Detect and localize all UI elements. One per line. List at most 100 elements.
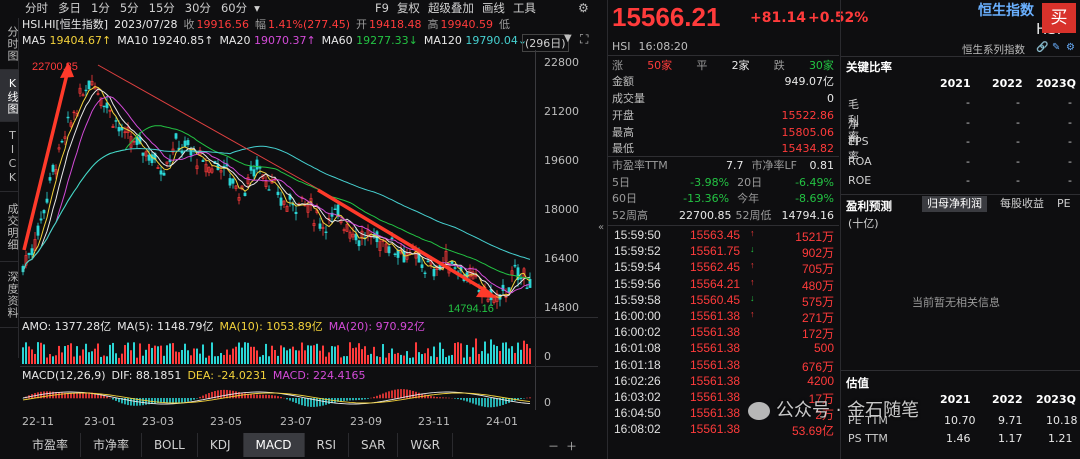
watermark-text: 公众号 · 金石随笔 [776, 400, 920, 421]
macd-bar [175, 398, 177, 403]
tab-eps[interactable]: 每股收益 [995, 196, 1049, 212]
volume-bar [184, 343, 186, 364]
high-label: 高 [427, 18, 439, 31]
volume-bar [181, 349, 183, 364]
period-intraday[interactable]: 分时 [20, 0, 53, 16]
macd-title[interactable]: MACD(12,26,9) [22, 369, 106, 382]
tab-rsi[interactable]: RSI [305, 433, 350, 457]
volume-bar [319, 350, 321, 364]
macd-section-divider [20, 366, 598, 367]
edit-icon[interactable]: ✎ [1052, 42, 1060, 53]
macd-bar [526, 397, 528, 399]
chevron-down-icon[interactable]: ▼ [564, 33, 572, 44]
volume-bar [373, 346, 375, 364]
macd-bar [367, 398, 369, 399]
volume-bar [511, 346, 513, 364]
wechat-icon [748, 402, 770, 420]
volume-bar [391, 348, 393, 364]
tick-time: 15:59:52 [614, 244, 661, 259]
settings-gear-icon[interactable]: ⚙ [578, 1, 589, 15]
tab-pe-forecast[interactable]: PE [1052, 196, 1076, 212]
tab-kline[interactable]: K线图 [0, 70, 19, 122]
val-year-header: 2022 [992, 393, 1023, 406]
tab-boll[interactable]: BOLL [142, 433, 198, 457]
index-series[interactable]: 恒生系列指数 [962, 42, 1025, 57]
volume-bar [445, 357, 447, 364]
macd-bar [166, 398, 168, 403]
draw-line-button[interactable]: 画线 [482, 0, 505, 16]
macd-bar [490, 398, 492, 408]
volume-bar [442, 348, 444, 364]
ma60-label: MA60 19277.33↓ [321, 34, 418, 47]
tab-trade-detail[interactable]: 成交明细 [0, 192, 19, 262]
ratio-value: - [1016, 174, 1020, 187]
period-1min[interactable]: 1分 [86, 0, 115, 16]
candle-body [162, 172, 166, 176]
up-label: 涨 [612, 59, 623, 72]
macd-bar [520, 398, 522, 400]
macd-chart[interactable] [20, 384, 536, 412]
pb-label: 市净率LF [751, 159, 797, 172]
volume-bar [520, 349, 522, 364]
ratio-value: - [1016, 115, 1020, 129]
candlestick-chart[interactable]: 22700.85 14794.16 [20, 50, 536, 317]
arrow-up-icon: ↑ [750, 309, 755, 319]
period-multiday[interactable]: 多日 [53, 0, 86, 16]
volume-bar [70, 343, 72, 364]
tab-tick[interactable]: TICK [0, 122, 19, 192]
tab-net-profit[interactable]: 归母净利润 [922, 196, 987, 212]
volume-bar [214, 356, 216, 364]
zoom-in-icon[interactable]: ＋ [566, 438, 577, 454]
tab-kdj[interactable]: KDJ [198, 433, 244, 457]
f9-button[interactable]: F9 [375, 1, 389, 15]
volume-bar [211, 342, 213, 364]
macd-bar [352, 398, 354, 401]
volume-chart[interactable] [20, 336, 536, 364]
period-15min[interactable]: 15分 [144, 0, 180, 16]
link-icon[interactable]: 🔗 [1036, 42, 1048, 53]
volume-bar [82, 349, 84, 364]
candle-body [141, 152, 145, 156]
fuquan-button[interactable]: 复权 [397, 0, 420, 16]
tab-depth-data[interactable]: 深度资料 [0, 262, 19, 328]
tick-volume: 1521万 [795, 230, 834, 244]
macd-bar [370, 397, 372, 399]
row-label: 金额 [612, 75, 634, 88]
period-30min[interactable]: 30分 [180, 0, 216, 16]
period-60min[interactable]: 60分 [216, 0, 252, 16]
row-value: 0 [827, 91, 834, 105]
date-axis: 22-11 23-01 23-03 23-05 23-07 23-09 23-1… [20, 415, 600, 429]
volume-bar [46, 357, 48, 364]
ps-ttm-2021: 1.46 [946, 432, 971, 445]
val-year-header: 2023Q [1036, 393, 1076, 406]
tab-pb[interactable]: 市净率 [81, 433, 143, 457]
candle-body [276, 191, 280, 196]
volume-bar [130, 350, 132, 364]
tab-intraday[interactable]: 分时图 [0, 18, 19, 70]
macd-bar [181, 398, 183, 403]
volume-bar [343, 356, 345, 364]
tab-sar[interactable]: SAR [349, 433, 399, 457]
x-tick: 22-11 [22, 415, 54, 428]
fullscreen-icon[interactable]: ⛶ [580, 32, 588, 47]
volume-bar [295, 350, 297, 364]
tools-button[interactable]: 工具 [513, 0, 536, 16]
year-header: 2021 [940, 77, 971, 90]
right-divider [841, 194, 1080, 195]
tab-wr[interactable]: W&R [398, 433, 453, 457]
x-tick: 23-09 [350, 415, 382, 428]
overlay-button[interactable]: 超级叠加 [428, 0, 474, 16]
period-dropdown-icon[interactable]: ▾ [252, 1, 262, 15]
volume-bar [388, 353, 390, 364]
tab-macd[interactable]: MACD [243, 433, 305, 457]
buy-button[interactable]: 买 [1042, 3, 1076, 33]
settings-icon[interactable]: ⚙ [1066, 42, 1075, 53]
period-5min[interactable]: 5分 [115, 0, 144, 16]
x-tick: 23-11 [418, 415, 450, 428]
collapse-panel-icon[interactable]: « [598, 222, 604, 233]
volume-bar [481, 351, 483, 364]
candle-body [42, 210, 46, 214]
zoom-out-icon[interactable]: － [548, 438, 559, 454]
tab-pe[interactable]: 市盈率 [20, 433, 82, 457]
volume-bar [397, 352, 399, 364]
